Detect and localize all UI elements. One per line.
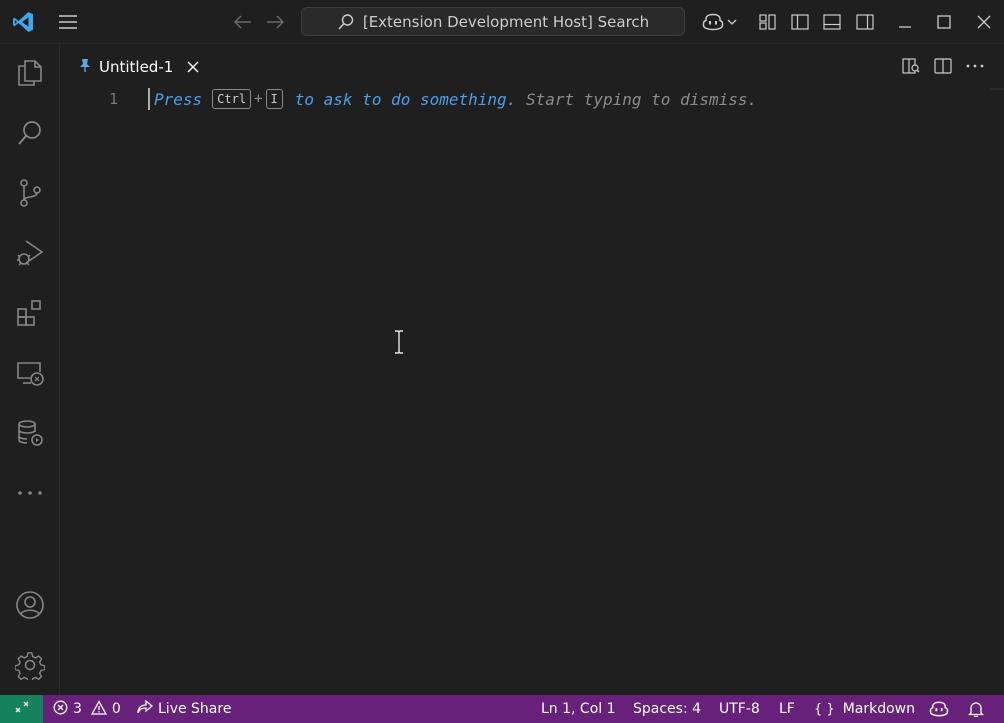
inline-chat-hint: Press Ctrl + I to ask to do something . … [154,89,757,109]
keybinding-ctrl: Ctrl [212,89,252,109]
manage-gear-icon[interactable] [0,641,60,689]
database-icon[interactable] [0,409,60,457]
hint-press: Press [154,89,203,109]
search-text: [Extension Development Host] Search [362,12,650,31]
search-view-icon[interactable] [0,109,60,157]
extensions-icon[interactable] [0,289,60,337]
explorer-icon[interactable] [0,49,60,97]
search-icon [337,13,355,31]
text-cursor [148,88,150,110]
line-number: 1 [108,90,118,108]
live-share-label: Live Share [158,701,232,717]
close-window-icon[interactable] [971,0,997,44]
tab-label: Untitled-1 [99,57,174,76]
source-control-icon[interactable] [0,169,60,217]
vscode-logo-icon [8,0,38,44]
toggle-panel-icon[interactable] [820,0,844,44]
minimize-window-icon[interactable] [892,0,918,44]
copilot-menu-button[interactable] [698,0,740,44]
copilot-status-icon[interactable] [929,695,949,723]
run-and-debug-icon[interactable] [0,229,60,277]
command-center-search[interactable]: [Extension Development Host] Search [301,7,685,36]
language-mode-status[interactable]: { } Markdown [814,695,915,723]
notifications-bell-icon[interactable] [968,695,984,723]
eol-status[interactable]: LF [779,695,795,723]
problems-status[interactable]: 3 0 [53,695,121,723]
warning-count: 0 [111,701,121,717]
hint-ask-link[interactable]: to ask to do something [295,90,507,109]
close-tab-icon[interactable] [187,61,199,73]
pin-icon [79,58,91,76]
language-braces: { } [814,701,835,717]
toggle-primary-sidebar-icon[interactable] [788,0,812,44]
split-editor-icon[interactable] [930,44,956,88]
live-share-status[interactable]: Live Share [137,695,231,723]
i-beam-cursor-icon [394,330,404,358]
back-arrow-icon[interactable] [230,0,256,44]
status-bar: 3 0 Live Share Ln 1, Col 1 Spaces: 4 UTF… [0,695,1004,723]
toggle-secondary-sidebar-icon[interactable] [853,0,877,44]
title-bar: [Extension Development Host] Search [0,0,1004,44]
editor-scroll-indicator [990,88,1004,90]
remote-indicator[interactable] [0,695,43,723]
open-preview-icon[interactable] [898,44,924,88]
keybinding-i: I [265,89,283,109]
editor-area[interactable]: 1 Press Ctrl + I to ask to do something … [61,88,1004,695]
menu-hamburger-icon[interactable] [54,0,82,44]
chevron-down-icon [727,19,737,25]
warning-icon [90,699,108,719]
error-count: 3 [73,701,82,717]
encoding-status[interactable]: UTF-8 [719,695,760,723]
forward-arrow-icon[interactable] [262,0,288,44]
live-share-icon [137,699,154,718]
customize-layout-icon[interactable] [756,0,780,44]
maximize-window-icon[interactable] [931,0,957,44]
tab-untitled-1[interactable]: Untitled-1 [61,44,211,88]
hint-dismiss-text: . Start typing to dismiss. [506,89,758,109]
hint-plus: + [254,91,263,107]
accounts-icon[interactable] [0,581,60,629]
language-label: Markdown [842,701,915,717]
more-views-icon[interactable] [0,469,60,517]
indentation-status[interactable]: Spaces: 4 [633,695,701,723]
more-actions-icon[interactable] [962,44,988,88]
cursor-position-status[interactable]: Ln 1, Col 1 [541,695,616,723]
error-icon [53,700,68,719]
remote-icon [14,699,30,719]
activity-bar [0,44,60,695]
remote-explorer-icon[interactable] [0,349,60,397]
copilot-icon [702,13,724,31]
